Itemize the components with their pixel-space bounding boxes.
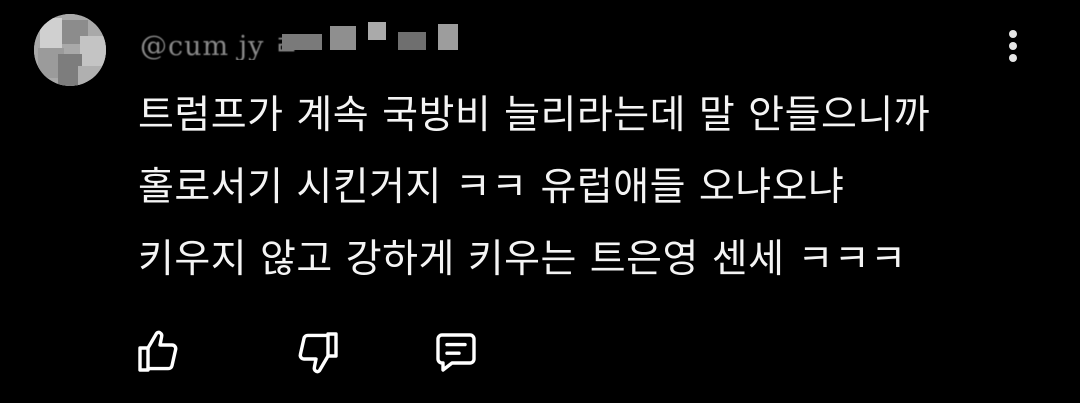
avatar-pixel — [40, 18, 62, 48]
author-blur-block — [330, 26, 356, 50]
more-options-button[interactable] — [996, 24, 1030, 68]
like-button[interactable] — [128, 322, 188, 382]
reply-button[interactable] — [426, 322, 486, 382]
author-blur-block — [368, 22, 386, 40]
comment-line: 홀로서기 시킨거지 ㅋㅋ 유럽애들 오냐오냐 — [138, 165, 845, 210]
author-blur-block — [282, 34, 322, 50]
author-blur-block — [398, 32, 426, 50]
avatar-pixel — [78, 66, 106, 86]
author-blur-block — [438, 24, 458, 50]
comment-actions — [128, 322, 508, 382]
comment-line: 키우지 않고 강하게 키우는 트은영 센세 ㅋㅋㅋ — [138, 237, 907, 282]
author-handle: @cum jy ㄹ — [140, 31, 300, 60]
comment-body: 트럼프가 계속 국방비 늘리라는데 말 안들으니까 홀로서기 시킨거지 ㅋㅋ 유… — [138, 80, 1038, 296]
thumbs-down-icon — [298, 332, 338, 374]
avatar-pixel — [80, 36, 106, 66]
dislike-button[interactable] — [288, 322, 348, 382]
comment-card: @cum jy ㄹ 트럼프가 계속 국방비 늘리라는데 말 안들으니까 홀로서기… — [0, 0, 1080, 403]
comment-icon — [436, 333, 476, 372]
author-name[interactable]: @cum jy ㄹ — [140, 20, 510, 60]
comment-line: 트럼프가 계속 국방비 늘리라는데 말 안들으니까 — [138, 93, 931, 138]
thumbs-up-icon — [138, 330, 178, 372]
avatar[interactable] — [34, 14, 106, 86]
